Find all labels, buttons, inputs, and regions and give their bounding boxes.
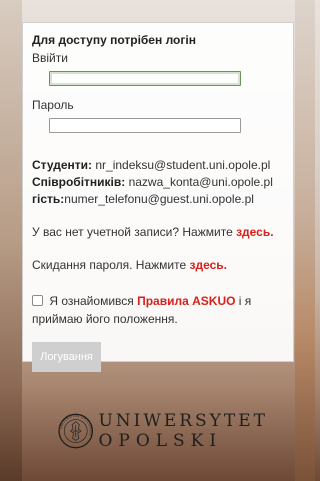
students-label: Студенти: — [32, 158, 93, 172]
credential-hints: Студенти: nr_indeksu@student.uni.opole.p… — [32, 157, 284, 208]
terms-prefix: Я ознайомився — [49, 294, 138, 308]
reset-row: Скидання пароля. Нажмите здесь. — [32, 257, 284, 274]
no-account-text: У вас нет учетной записи? Нажмите — [32, 225, 237, 239]
university-seal-icon: UNIVERSITAS OPOLIENSIS — [58, 413, 94, 449]
login-heading: Для доступу потрібен логін — [32, 33, 196, 47]
university-wordmark: UNIWERSYTET OPOLSKI — [98, 411, 268, 451]
password-label: Пароль — [32, 98, 74, 112]
university-logo: UNIVERSITAS OPOLIENSIS UNIWERSYTET OPOLS… — [58, 396, 268, 466]
guest-label: гість: — [32, 192, 65, 206]
wordmark-line2: OPOLSKI — [98, 431, 223, 451]
reset-password-link[interactable]: здесь. — [190, 258, 227, 272]
username-input[interactable] — [49, 71, 241, 86]
terms-agreement: Я ознайомився Правила ASKUO і я приймаю … — [32, 292, 284, 328]
staff-hint: Співробітників: nazwa_konta@uni.opole.pl — [32, 174, 284, 191]
students-hint: Студенти: nr_indeksu@student.uni.opole.p… — [32, 157, 284, 174]
terms-link[interactable]: Правила ASKUO — [137, 294, 235, 308]
password-input[interactable] — [49, 118, 241, 133]
no-account-row: У вас нет учетной записи? Нажмите здесь. — [32, 224, 284, 241]
create-account-link[interactable]: здесь. — [236, 225, 273, 239]
students-format: nr_indeksu@student.uni.opole.pl — [92, 158, 271, 172]
background-right — [295, 0, 315, 481]
reset-text: Скидання пароля. Нажмите — [32, 258, 190, 272]
login-panel: Для доступу потрібен логін Ввійти Пароль… — [22, 22, 294, 372]
staff-label: Співробітників: — [32, 175, 126, 189]
login-button[interactable]: Логування — [32, 342, 101, 372]
username-label: Ввійти — [32, 51, 68, 65]
wordmark-line1: UNIWERSYTET — [98, 411, 268, 431]
background-left — [0, 0, 22, 481]
terms-checkbox[interactable] — [32, 295, 43, 306]
guest-hint: гість:numer_telefonu@guest.uni.opole.pl — [32, 191, 284, 208]
staff-format: nazwa_konta@uni.opole.pl — [125, 175, 273, 189]
guest-format: numer_telefonu@guest.uni.opole.pl — [64, 192, 254, 206]
